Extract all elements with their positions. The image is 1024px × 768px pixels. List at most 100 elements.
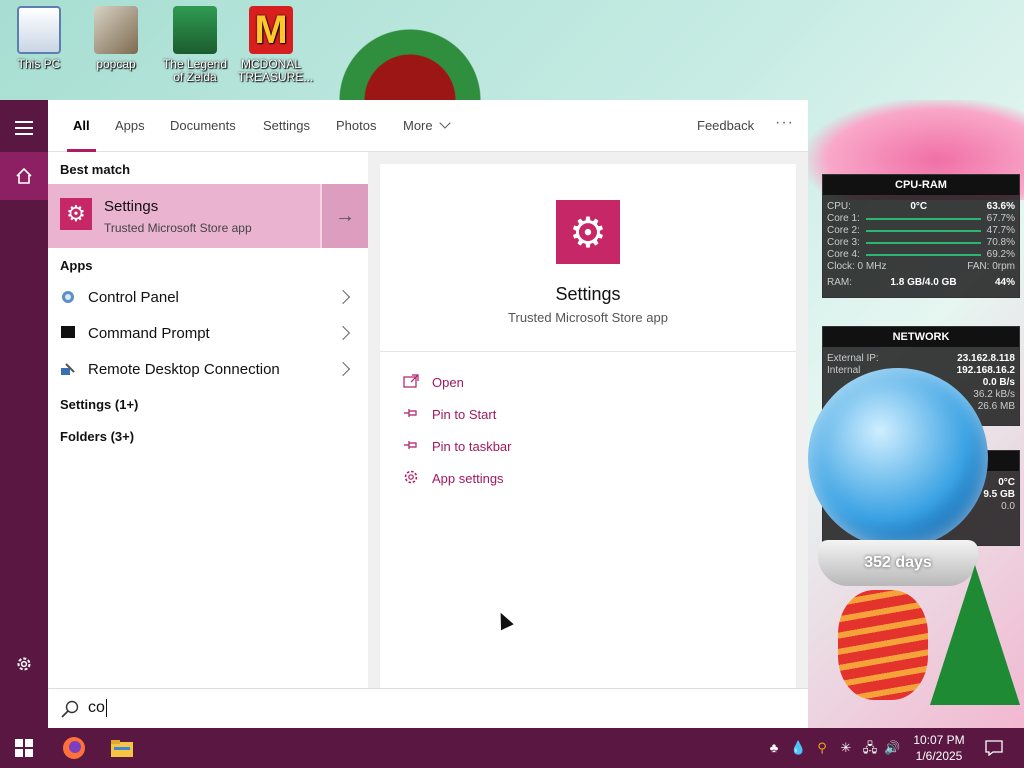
water-drop-icon[interactable]: 💧 xyxy=(790,740,806,756)
more-options-button[interactable]: ··· xyxy=(775,100,794,152)
chevron-right-icon[interactable] xyxy=(335,289,351,305)
search-box[interactable]: co xyxy=(48,688,808,728)
tab-settings[interactable]: Settings xyxy=(263,100,310,152)
best-match-heading: Best match xyxy=(60,162,131,177)
network-total: 26.6 MB xyxy=(977,401,1015,412)
clock-label: Clock: 0 MHz xyxy=(827,261,887,272)
snow-globe-image xyxy=(808,368,988,548)
cpu-label: CPU: xyxy=(827,201,851,212)
desktop-icon-label: The Legend of Zelda xyxy=(162,57,228,84)
action-pin-to-start[interactable]: Pin to Start xyxy=(402,404,496,424)
core-bar xyxy=(865,218,981,220)
external-ip-label: External IP: xyxy=(827,353,879,364)
expand-arrow-button[interactable]: → xyxy=(320,184,368,248)
core-value: 47.7% xyxy=(986,225,1015,236)
app-result-label: Remote Desktop Connection xyxy=(88,361,280,378)
settings-gear-icon: ⚙ xyxy=(556,200,620,264)
computer-icon xyxy=(17,6,61,54)
core-value: 70.8% xyxy=(986,237,1015,248)
desktop-icon-label: popcap xyxy=(96,57,136,71)
app-result-command-prompt[interactable]: Command Prompt xyxy=(48,316,368,352)
christmas-tree-image xyxy=(930,565,1020,705)
action-label: App settings xyxy=(432,470,504,486)
widget-title: CPU-RAM xyxy=(823,175,1019,195)
network-icon[interactable]: 🖧 xyxy=(862,740,878,756)
cpu-ram-widget: CPU-RAM CPU: 0°C 63.6% Core 1: 67.7% Core 2… xyxy=(822,174,1020,298)
pin-icon xyxy=(402,406,420,423)
ram-usage: 1.8 GB/4.0 GB xyxy=(890,277,957,288)
drive-temp: 0°C xyxy=(998,477,1015,488)
results-list: Best match ⚙ Settings Trusted Microsoft … xyxy=(48,152,368,688)
settings-group[interactable]: Settings (1+) xyxy=(60,397,138,412)
tab-documents[interactable]: Documents xyxy=(170,100,236,152)
open-icon xyxy=(402,373,420,391)
preview-subtitle: Trusted Microsoft Store app xyxy=(508,310,668,325)
action-open[interactable]: Open xyxy=(402,372,464,392)
gear-icon xyxy=(402,469,420,488)
desktop-icon-zelda[interactable]: The Legend of Zelda xyxy=(162,6,228,84)
start-button[interactable] xyxy=(0,728,48,768)
preview-title: Settings xyxy=(555,284,621,304)
feedback-link[interactable]: Feedback xyxy=(697,100,754,152)
apps-heading: Apps xyxy=(60,258,93,273)
action-center-button[interactable] xyxy=(970,728,1018,768)
spiral-decoration xyxy=(838,590,928,700)
snowflake-icon[interactable]: ✳ xyxy=(838,740,854,756)
best-match-item[interactable]: ⚙ Settings Trusted Microsoft Store app → xyxy=(48,184,368,248)
taskbar-file-explorer[interactable] xyxy=(98,728,146,768)
folder-icon xyxy=(94,6,138,54)
clock-date: 1/6/2025 xyxy=(915,749,963,763)
search-tray-icon[interactable]: ⚲ xyxy=(814,740,830,756)
settings-button[interactable] xyxy=(0,640,48,688)
app-result-label: Command Prompt xyxy=(88,325,210,342)
chevron-right-icon[interactable] xyxy=(335,325,351,341)
home-button[interactable] xyxy=(0,152,48,200)
core-label: Core 2: xyxy=(827,225,860,236)
filter-tabs: All Apps Documents Settings Photos More … xyxy=(48,100,808,152)
desktop-icon-this-pc[interactable]: This PC xyxy=(6,6,72,71)
notification-icon xyxy=(985,740,1003,756)
preview-header: ⚙ Settings Trusted Microsoft Store app xyxy=(380,164,796,352)
remote-desktop-icon xyxy=(60,362,76,378)
cpu-value: 63.6% xyxy=(986,201,1015,212)
search-input[interactable]: co xyxy=(88,699,107,717)
clock[interactable]: 10:07 PM 1/6/2025 xyxy=(908,732,970,764)
drive-size: 9.5 GB xyxy=(983,489,1015,500)
app-result-control-panel[interactable]: Control Panel xyxy=(48,280,368,316)
action-label: Open xyxy=(432,374,464,390)
hamburger-menu-button[interactable] xyxy=(0,104,48,152)
ram-label: RAM: xyxy=(827,277,852,288)
action-pin-to-taskbar[interactable]: Pin to taskbar xyxy=(402,436,512,456)
windows-logo-icon xyxy=(15,739,33,757)
app-result-remote-desktop[interactable]: Remote Desktop Connection xyxy=(48,352,368,388)
gear-icon xyxy=(17,657,31,671)
cpu-temp: 0°C xyxy=(910,201,928,212)
core-label: Core 1: xyxy=(827,213,860,224)
search-panel: All Apps Documents Settings Photos More … xyxy=(0,100,808,728)
desktop-icon-label: This PC xyxy=(17,57,61,71)
folders-group[interactable]: Folders (3+) xyxy=(60,429,134,444)
firefox-icon xyxy=(63,737,85,759)
tab-photos[interactable]: Photos xyxy=(336,100,376,152)
action-label: Pin to Start xyxy=(432,406,497,422)
chevron-right-icon[interactable] xyxy=(335,361,351,377)
left-rail xyxy=(0,100,48,728)
folder-icon xyxy=(111,740,133,757)
widget-title: NETWORK xyxy=(823,327,1019,347)
core-bar xyxy=(865,254,981,256)
sleigh-decoration xyxy=(305,0,515,100)
taskbar-firefox[interactable] xyxy=(50,728,98,768)
ram-value: 44% xyxy=(994,277,1015,288)
tray-network-app-icon[interactable]: ♣ xyxy=(766,740,782,756)
tab-apps[interactable]: Apps xyxy=(115,100,145,152)
pin-icon xyxy=(402,438,420,455)
tab-all[interactable]: All xyxy=(67,100,96,152)
external-ip-value: 23.162.8.118 xyxy=(957,353,1015,364)
volume-icon[interactable]: 🔊 xyxy=(884,740,900,756)
desktop-icon-popcap[interactable]: popcap xyxy=(83,6,149,71)
desktop-icon-mcdonald[interactable]: M MCDONAL TREASURE... xyxy=(238,6,313,84)
clock-time: 10:07 PM xyxy=(913,733,965,747)
tab-more[interactable]: More xyxy=(403,100,451,152)
action-app-settings[interactable]: App settings xyxy=(402,468,504,488)
home-icon xyxy=(16,167,32,184)
